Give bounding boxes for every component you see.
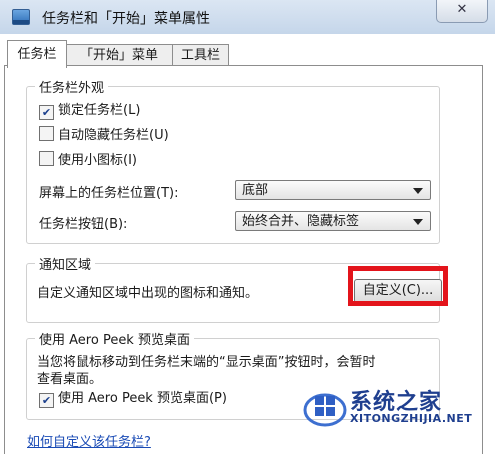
watermark-url: XITONGZHIJIA.NET: [350, 412, 473, 425]
tab-strip: 任务栏 「开始」菜单 工具栏: [0, 34, 495, 68]
chevron-down-icon: [413, 188, 423, 194]
taskbar-appearance-group: 任务栏外观 ✔ 锁定任务栏(L) 自动隐藏任务栏(U) 使用小图标(I) 屏幕上的…: [26, 77, 440, 244]
location-value: 底部: [242, 183, 269, 198]
location-label: 屏幕上的任务栏位置(T):: [39, 186, 179, 201]
aero-peek-checkbox[interactable]: ✔ 使用 Aero Peek 预览桌面(P): [39, 389, 227, 409]
small-icons-label: 使用小图标(I): [58, 153, 137, 168]
auto-hide-label: 自动隐藏任务栏(U): [58, 128, 169, 143]
location-dropdown[interactable]: 底部: [235, 180, 431, 200]
aero-peek-description-line2: 查看桌面。: [37, 372, 103, 387]
auto-hide-checkbox[interactable]: 自动隐藏任务栏(U): [39, 126, 169, 146]
checkbox-empty-icon: [39, 151, 54, 166]
group-title-aero-peek: 使用 Aero Peek 预览桌面: [35, 329, 194, 348]
small-icons-checkbox[interactable]: 使用小图标(I): [39, 151, 137, 171]
chevron-down-icon: [413, 219, 423, 225]
group-title-appearance: 任务栏外观: [35, 77, 109, 96]
title-bar: 任务栏和「开始」菜单属性 ✕: [0, 0, 495, 34]
close-button[interactable]: ✕: [436, 0, 488, 23]
lock-taskbar-checkbox[interactable]: ✔ 锁定任务栏(L): [39, 101, 140, 121]
taskbar-properties-icon: [12, 9, 30, 25]
tab-start-menu[interactable]: 「开始」菜单: [65, 44, 173, 67]
group-title-notification: 通知区域: [35, 254, 96, 273]
tab-taskbar[interactable]: 任务栏: [7, 40, 67, 68]
checkbox-empty-icon: [39, 126, 54, 141]
watermark-logo-icon: [303, 393, 347, 427]
window-title: 任务栏和「开始」菜单属性: [42, 11, 210, 27]
customize-button[interactable]: 自定义(C)...: [354, 279, 442, 303]
buttons-label: 任务栏按钮(B):: [39, 217, 128, 232]
help-link[interactable]: 如何自定义该任务栏?: [27, 431, 151, 450]
tab-toolbars[interactable]: 工具栏: [172, 44, 229, 67]
lock-taskbar-label: 锁定任务栏(L): [58, 103, 141, 118]
notification-description: 自定义通知区域中出现的图标和通知。: [37, 286, 259, 301]
aero-peek-checkbox-label: 使用 Aero Peek 预览桌面(P): [58, 391, 227, 406]
checkmark-icon: ✔: [39, 105, 54, 120]
checkmark-icon: ✔: [39, 393, 54, 408]
notification-area-group: 通知区域 自定义通知区域中出现的图标和通知。 自定义(C)...: [26, 254, 448, 323]
buttons-dropdown[interactable]: 始终合并、隐藏标签: [235, 211, 431, 231]
buttons-value: 始终合并、隐藏标签: [242, 214, 360, 229]
